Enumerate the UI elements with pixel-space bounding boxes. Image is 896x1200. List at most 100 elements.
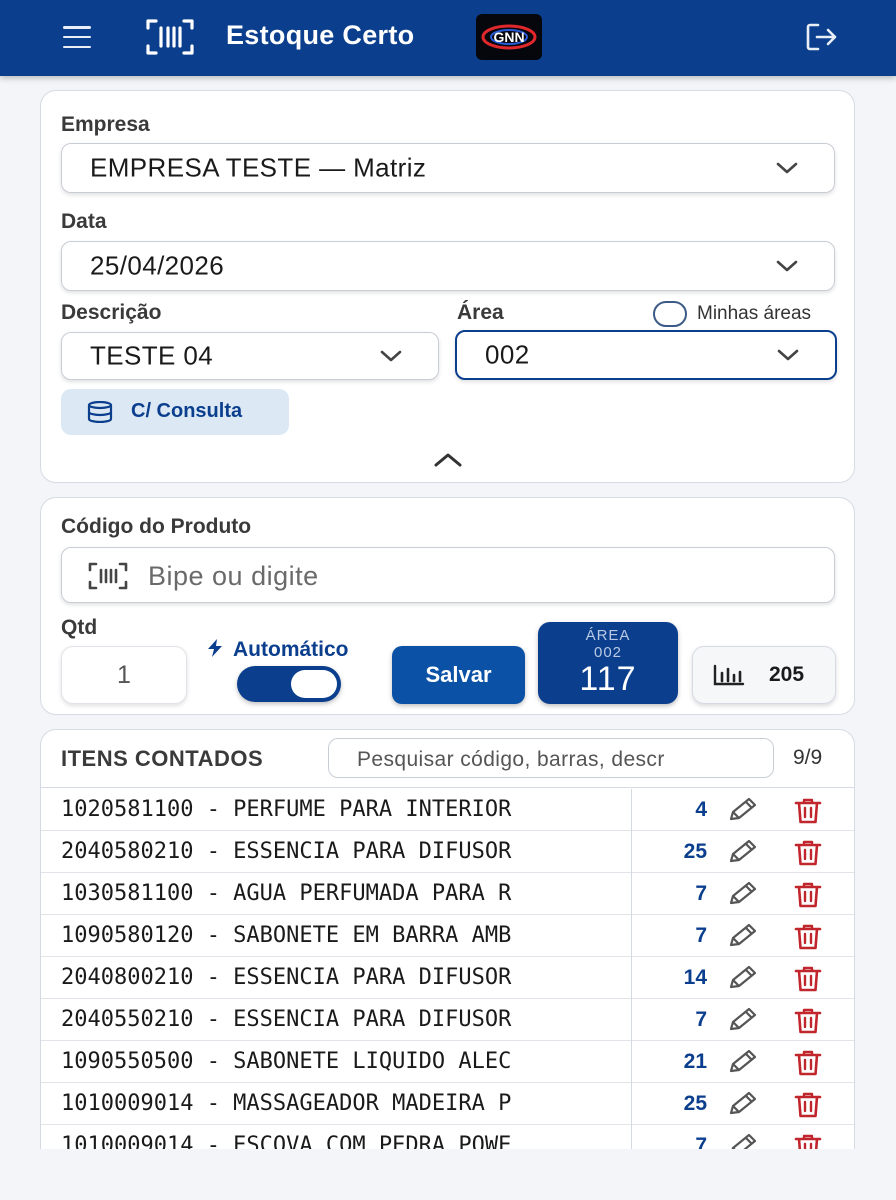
area-value: 002 bbox=[485, 339, 530, 370]
trash-icon[interactable] bbox=[793, 1007, 823, 1035]
item-description: 1010009014 - ESCOVA COM PEDRA POWE bbox=[61, 1133, 512, 1149]
pencil-icon[interactable] bbox=[725, 881, 759, 907]
list-item[interactable]: 2040580210 - ESSENCIA PARA DIFUSOR 25 bbox=[41, 831, 854, 873]
chevron-down-icon bbox=[380, 350, 402, 362]
area-select[interactable]: 002 bbox=[455, 330, 837, 380]
automatico-toggle[interactable] bbox=[237, 666, 341, 702]
list-item[interactable]: 1010009014 - ESCOVA COM PEDRA POWE 7 bbox=[41, 1125, 854, 1149]
data-value: 25/04/2026 bbox=[90, 250, 225, 281]
top-app-bar: Estoque Certo GNN bbox=[0, 0, 896, 76]
pencil-icon[interactable] bbox=[725, 1049, 759, 1075]
consulta-button[interactable]: C/ Consulta bbox=[61, 389, 289, 435]
trash-icon[interactable] bbox=[793, 965, 823, 993]
items-search-input[interactable]: Pesquisar código, barras, descr bbox=[328, 738, 774, 778]
item-quantity: 7 bbox=[695, 1134, 707, 1149]
minhas-areas-radio[interactable] bbox=[653, 301, 687, 327]
bar-chart-icon bbox=[713, 664, 745, 686]
consulta-label: C/ Consulta bbox=[131, 400, 243, 422]
item-quantity: 25 bbox=[683, 1092, 707, 1115]
item-quantity: 7 bbox=[695, 882, 707, 905]
list-item[interactable]: 1090580120 - SABONETE EM BARRA AMB 7 bbox=[41, 915, 854, 957]
pencil-icon[interactable] bbox=[725, 965, 759, 991]
logo-text: GNN bbox=[493, 29, 524, 45]
automatico-label: Automático bbox=[205, 638, 349, 662]
logout-icon[interactable] bbox=[804, 20, 840, 54]
item-description: 1020581100 - PERFUME PARA INTERIOR bbox=[61, 797, 512, 822]
app-title: Estoque Certo bbox=[226, 20, 415, 50]
list-item[interactable]: 1020581100 - PERFUME PARA INTERIOR 4 bbox=[41, 789, 854, 831]
empresa-label: Empresa bbox=[61, 113, 150, 136]
chevron-down-icon bbox=[777, 349, 799, 361]
pencil-icon[interactable] bbox=[725, 1007, 759, 1033]
trash-icon[interactable] bbox=[793, 923, 823, 951]
trash-icon[interactable] bbox=[793, 881, 823, 909]
filters-card: Empresa EMPRESA TESTE — Matriz Data 25/0… bbox=[40, 90, 855, 483]
barcode-icon bbox=[88, 562, 128, 590]
pencil-icon[interactable] bbox=[725, 1091, 759, 1117]
company-logo: GNN bbox=[476, 14, 542, 60]
database-icon bbox=[87, 401, 113, 423]
automatico-text: Automático bbox=[233, 638, 349, 661]
product-entry-card: Código do Produto Bipe ou digite Qtd 1 A… bbox=[40, 497, 855, 715]
list-item[interactable]: 1090550500 - SABONETE LIQUIDO ALEC 21 bbox=[41, 1041, 854, 1083]
item-quantity: 14 bbox=[683, 966, 707, 989]
trash-icon[interactable] bbox=[793, 1091, 823, 1119]
pencil-icon[interactable] bbox=[725, 839, 759, 865]
items-title: ITENS CONTADOS bbox=[61, 746, 264, 771]
pencil-icon[interactable] bbox=[725, 923, 759, 949]
item-description: 1090550500 - SABONETE LIQUIDO ALEC bbox=[61, 1049, 512, 1074]
item-description: 1090580120 - SABONETE EM BARRA AMB bbox=[61, 923, 512, 948]
empresa-select[interactable]: EMPRESA TESTE — Matriz bbox=[61, 143, 835, 193]
items-search-placeholder: Pesquisar código, barras, descr bbox=[357, 748, 665, 771]
salvar-button[interactable]: Salvar bbox=[392, 646, 525, 704]
descricao-label: Descrição bbox=[61, 301, 162, 324]
trash-icon[interactable] bbox=[793, 839, 823, 867]
codigo-input[interactable]: Bipe ou digite bbox=[61, 547, 835, 603]
area-counter[interactable]: ÁREA 002 117 bbox=[538, 622, 678, 704]
list-item[interactable]: 2040800210 - ESSENCIA PARA DIFUSOR 14 bbox=[41, 957, 854, 999]
data-select[interactable]: 25/04/2026 bbox=[61, 241, 835, 291]
menu-icon[interactable] bbox=[60, 22, 94, 52]
item-description: 1010009014 - MASSAGEADOR MADEIRA P bbox=[61, 1091, 512, 1116]
pencil-icon[interactable] bbox=[725, 1133, 759, 1149]
barcode-icon bbox=[146, 19, 194, 55]
trash-icon[interactable] bbox=[793, 797, 823, 825]
area-code: 002 bbox=[593, 644, 623, 661]
list-item[interactable]: 1030581100 - AGUA PERFUMADA PARA R 7 bbox=[41, 873, 854, 915]
lightning-icon bbox=[208, 639, 222, 657]
item-description: 2040550210 - ESSENCIA PARA DIFUSOR bbox=[61, 1007, 512, 1032]
items-count: 9/9 bbox=[793, 746, 823, 769]
list-item[interactable]: 2040550210 - ESSENCIA PARA DIFUSOR 7 bbox=[41, 999, 854, 1041]
qtd-input[interactable]: 1 bbox=[61, 646, 187, 704]
items-list: 1020581100 - PERFUME PARA INTERIOR 4 204… bbox=[41, 789, 854, 1149]
trash-icon[interactable] bbox=[793, 1133, 823, 1149]
items-card: ITENS CONTADOS Pesquisar código, barras,… bbox=[40, 729, 855, 1149]
item-quantity: 25 bbox=[683, 840, 707, 863]
item-quantity: 21 bbox=[683, 1050, 707, 1073]
total-counter-button[interactable]: 205 bbox=[692, 646, 836, 704]
area-label: Área bbox=[457, 301, 504, 324]
descricao-select[interactable]: TESTE 04 bbox=[61, 332, 439, 380]
item-description: 2040800210 - ESSENCIA PARA DIFUSOR bbox=[61, 965, 512, 990]
item-description: 1030581100 - AGUA PERFUMADA PARA R bbox=[61, 881, 512, 906]
trash-icon[interactable] bbox=[793, 1049, 823, 1077]
codigo-placeholder: Bipe ou digite bbox=[148, 561, 319, 591]
item-quantity: 7 bbox=[695, 1008, 707, 1031]
qtd-value: 1 bbox=[117, 661, 131, 689]
item-description: 2040580210 - ESSENCIA PARA DIFUSOR bbox=[61, 839, 512, 864]
area-caption: ÁREA bbox=[585, 627, 631, 644]
total-count: 205 bbox=[769, 663, 805, 686]
item-quantity: 7 bbox=[695, 924, 707, 947]
descricao-value: TESTE 04 bbox=[90, 340, 214, 371]
chevron-up-icon[interactable] bbox=[431, 449, 465, 471]
minhas-areas-label: Minhas áreas bbox=[697, 303, 812, 324]
pencil-icon[interactable] bbox=[725, 797, 759, 823]
data-label: Data bbox=[61, 210, 107, 233]
list-item[interactable]: 1010009014 - MASSAGEADOR MADEIRA P 25 bbox=[41, 1083, 854, 1125]
chevron-down-icon bbox=[776, 162, 798, 174]
chevron-down-icon bbox=[776, 260, 798, 272]
items-header: ITENS CONTADOS Pesquisar código, barras,… bbox=[41, 730, 854, 788]
item-quantity: 4 bbox=[695, 798, 707, 821]
empresa-value: EMPRESA TESTE — Matriz bbox=[90, 152, 427, 183]
area-count: 117 bbox=[579, 660, 637, 698]
